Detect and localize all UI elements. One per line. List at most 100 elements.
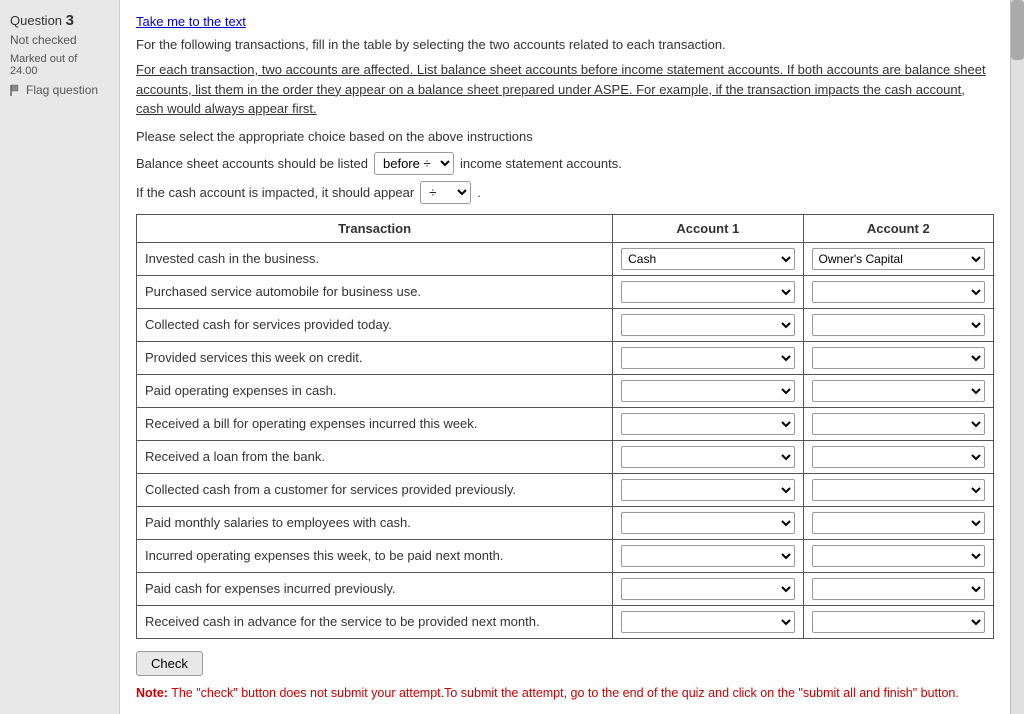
account1-select-row-0[interactable]: CashOwner's CapitalAccounts ReceivableAc… xyxy=(621,248,794,270)
account2-select-row-6[interactable]: CashOwner's CapitalAccounts ReceivableAc… xyxy=(812,446,985,468)
table-row: Purchased service automobile for busines… xyxy=(137,275,994,308)
account1-select-row-9[interactable]: CashOwner's CapitalAccounts ReceivableAc… xyxy=(621,545,794,567)
check-button[interactable]: Check xyxy=(136,651,203,676)
table-row: Paid operating expenses in cash. CashOwne… xyxy=(137,374,994,407)
account1-cell: CashOwner's CapitalAccounts ReceivableAc… xyxy=(613,440,803,473)
cash-position-select[interactable]: ÷ first last xyxy=(420,181,471,204)
transaction-description: Purchased service automobile for busines… xyxy=(137,275,613,308)
account1-select-row-3[interactable]: CashOwner's CapitalAccounts ReceivableAc… xyxy=(621,347,794,369)
account2-select-row-10[interactable]: CashOwner's CapitalAccounts ReceivableAc… xyxy=(812,578,985,600)
note-text: The "check" button does not submit your … xyxy=(171,686,959,700)
account2-cell: CashOwner's CapitalAccounts ReceivableAc… xyxy=(803,341,993,374)
transaction-description: Collected cash for services provided tod… xyxy=(137,308,613,341)
balance-sheet-row: Balance sheet accounts should be listed … xyxy=(136,152,994,175)
account2-cell: CashOwner's CapitalAccounts ReceivableAc… xyxy=(803,440,993,473)
table-row: Incurred operating expenses this week, t… xyxy=(137,539,994,572)
not-checked-status: Not checked xyxy=(10,33,109,47)
main-content: Take me to the text For the following tr… xyxy=(120,0,1010,714)
account1-cell: CashOwner's CapitalAccounts ReceivableAc… xyxy=(613,506,803,539)
col-header-account2: Account 2 xyxy=(803,214,993,242)
account1-cell: CashOwner's CapitalAccounts ReceivableAc… xyxy=(613,605,803,638)
table-row: Invested cash in the business. CashOwner'… xyxy=(137,242,994,275)
account2-cell: CashOwner's CapitalAccounts ReceivableAc… xyxy=(803,506,993,539)
account1-cell: CashOwner's CapitalAccounts ReceivableAc… xyxy=(613,473,803,506)
transaction-description: Received a bill for operating expenses i… xyxy=(137,407,613,440)
account1-select-row-11[interactable]: CashOwner's CapitalAccounts ReceivableAc… xyxy=(621,611,794,633)
instruction-1: For the following transactions, fill in … xyxy=(136,37,994,52)
account1-cell: CashOwner's CapitalAccounts ReceivableAc… xyxy=(613,539,803,572)
instruction-2: For each transaction, two accounts are a… xyxy=(136,60,994,119)
account2-cell: CashOwner's CapitalAccounts ReceivableAc… xyxy=(803,374,993,407)
transaction-description: Received cash in advance for the service… xyxy=(137,605,613,638)
transaction-description: Incurred operating expenses this week, t… xyxy=(137,539,613,572)
account2-select-row-3[interactable]: CashOwner's CapitalAccounts ReceivableAc… xyxy=(812,347,985,369)
take-me-to-text-link[interactable]: Take me to the text xyxy=(136,14,994,29)
col-header-transaction: Transaction xyxy=(137,214,613,242)
transaction-description: Received a loan from the bank. xyxy=(137,440,613,473)
account2-select-row-5[interactable]: CashOwner's CapitalAccounts ReceivableAc… xyxy=(812,413,985,435)
account2-select-row-0[interactable]: CashOwner's CapitalAccounts ReceivableAc… xyxy=(812,248,985,270)
transaction-description: Paid operating expenses in cash. xyxy=(137,374,613,407)
transaction-description: Collected cash from a customer for servi… xyxy=(137,473,613,506)
account2-cell: CashOwner's CapitalAccounts ReceivableAc… xyxy=(803,605,993,638)
transaction-description: Invested cash in the business. xyxy=(137,242,613,275)
account2-select-row-1[interactable]: CashOwner's CapitalAccounts ReceivableAc… xyxy=(812,281,985,303)
account2-cell: CashOwner's CapitalAccounts ReceivableAc… xyxy=(803,539,993,572)
table-row: Provided services this week on credit. Ca… xyxy=(137,341,994,374)
account1-select-row-5[interactable]: CashOwner's CapitalAccounts ReceivableAc… xyxy=(621,413,794,435)
account2-select-row-9[interactable]: CashOwner's CapitalAccounts ReceivableAc… xyxy=(812,545,985,567)
table-row: Received a bill for operating expenses i… xyxy=(137,407,994,440)
account2-select-row-2[interactable]: CashOwner's CapitalAccounts ReceivableAc… xyxy=(812,314,985,336)
account1-cell: CashOwner's CapitalAccounts ReceivableAc… xyxy=(613,374,803,407)
table-row: Paid monthly salaries to employees with … xyxy=(137,506,994,539)
account2-cell: CashOwner's CapitalAccounts ReceivableAc… xyxy=(803,572,993,605)
cash-account-row: If the cash account is impacted, it shou… xyxy=(136,181,994,204)
account1-select-row-2[interactable]: CashOwner's CapitalAccounts ReceivableAc… xyxy=(621,314,794,336)
question-number: 3 xyxy=(66,12,74,29)
table-row: Collected cash from a customer for servi… xyxy=(137,473,994,506)
account2-cell: CashOwner's CapitalAccounts ReceivableAc… xyxy=(803,275,993,308)
flag-icon xyxy=(10,84,22,96)
account1-select-row-4[interactable]: CashOwner's CapitalAccounts ReceivableAc… xyxy=(621,380,794,402)
account1-cell: CashOwner's CapitalAccounts ReceivableAc… xyxy=(613,275,803,308)
transaction-description: Paid cash for expenses incurred previous… xyxy=(137,572,613,605)
account2-select-row-8[interactable]: CashOwner's CapitalAccounts ReceivableAc… xyxy=(812,512,985,534)
table-row: Received cash in advance for the service… xyxy=(137,605,994,638)
note-label: Note: xyxy=(136,686,168,700)
account2-cell: CashOwner's CapitalAccounts ReceivableAc… xyxy=(803,242,993,275)
account1-select-row-10[interactable]: CashOwner's CapitalAccounts ReceivableAc… xyxy=(621,578,794,600)
account1-select-row-8[interactable]: CashOwner's CapitalAccounts ReceivableAc… xyxy=(621,512,794,534)
account2-select-row-7[interactable]: CashOwner's CapitalAccounts ReceivableAc… xyxy=(812,479,985,501)
transaction-description: Provided services this week on credit. xyxy=(137,341,613,374)
sidebar: Question 3 Not checked Marked out of 24.… xyxy=(0,0,120,714)
account1-cell: CashOwner's CapitalAccounts ReceivableAc… xyxy=(613,341,803,374)
table-row: Collected cash for services provided tod… xyxy=(137,308,994,341)
question-label: Question 3 xyxy=(10,12,109,29)
cash-label-before: If the cash account is impacted, it shou… xyxy=(136,185,414,200)
flag-label: Flag question xyxy=(26,83,98,97)
account1-cell: CashOwner's CapitalAccounts ReceivableAc… xyxy=(613,308,803,341)
balance-label-before: Balance sheet accounts should be listed xyxy=(136,156,368,171)
balance-sheet-select[interactable]: before ÷ after xyxy=(374,152,454,175)
account1-cell: CashOwner's CapitalAccounts ReceivableAc… xyxy=(613,407,803,440)
please-select-text: Please select the appropriate choice bas… xyxy=(136,129,994,144)
note-paragraph: Note: The "check" button does not submit… xyxy=(136,686,994,700)
cash-label-after: . xyxy=(477,185,481,200)
account1-select-row-1[interactable]: CashOwner's CapitalAccounts ReceivableAc… xyxy=(621,281,794,303)
account1-cell: CashOwner's CapitalAccounts ReceivableAc… xyxy=(613,572,803,605)
account2-cell: CashOwner's CapitalAccounts ReceivableAc… xyxy=(803,473,993,506)
account2-select-row-4[interactable]: CashOwner's CapitalAccounts ReceivableAc… xyxy=(812,380,985,402)
transaction-description: Paid monthly salaries to employees with … xyxy=(137,506,613,539)
account2-cell: CashOwner's CapitalAccounts ReceivableAc… xyxy=(803,308,993,341)
account2-select-row-11[interactable]: CashOwner's CapitalAccounts ReceivableAc… xyxy=(812,611,985,633)
scrollbar[interactable] xyxy=(1010,0,1024,714)
account2-cell: CashOwner's CapitalAccounts ReceivableAc… xyxy=(803,407,993,440)
account1-select-row-7[interactable]: CashOwner's CapitalAccounts ReceivableAc… xyxy=(621,479,794,501)
col-header-account1: Account 1 xyxy=(613,214,803,242)
scrollbar-thumb[interactable] xyxy=(1011,0,1024,60)
flag-question-button[interactable]: Flag question xyxy=(10,83,109,97)
transactions-table: Transaction Account 1 Account 2 Invested… xyxy=(136,214,994,639)
marked-out-label: Marked out of 24.00 xyxy=(10,53,109,77)
account1-cell: CashOwner's CapitalAccounts ReceivableAc… xyxy=(613,242,803,275)
account1-select-row-6[interactable]: CashOwner's CapitalAccounts ReceivableAc… xyxy=(621,446,794,468)
